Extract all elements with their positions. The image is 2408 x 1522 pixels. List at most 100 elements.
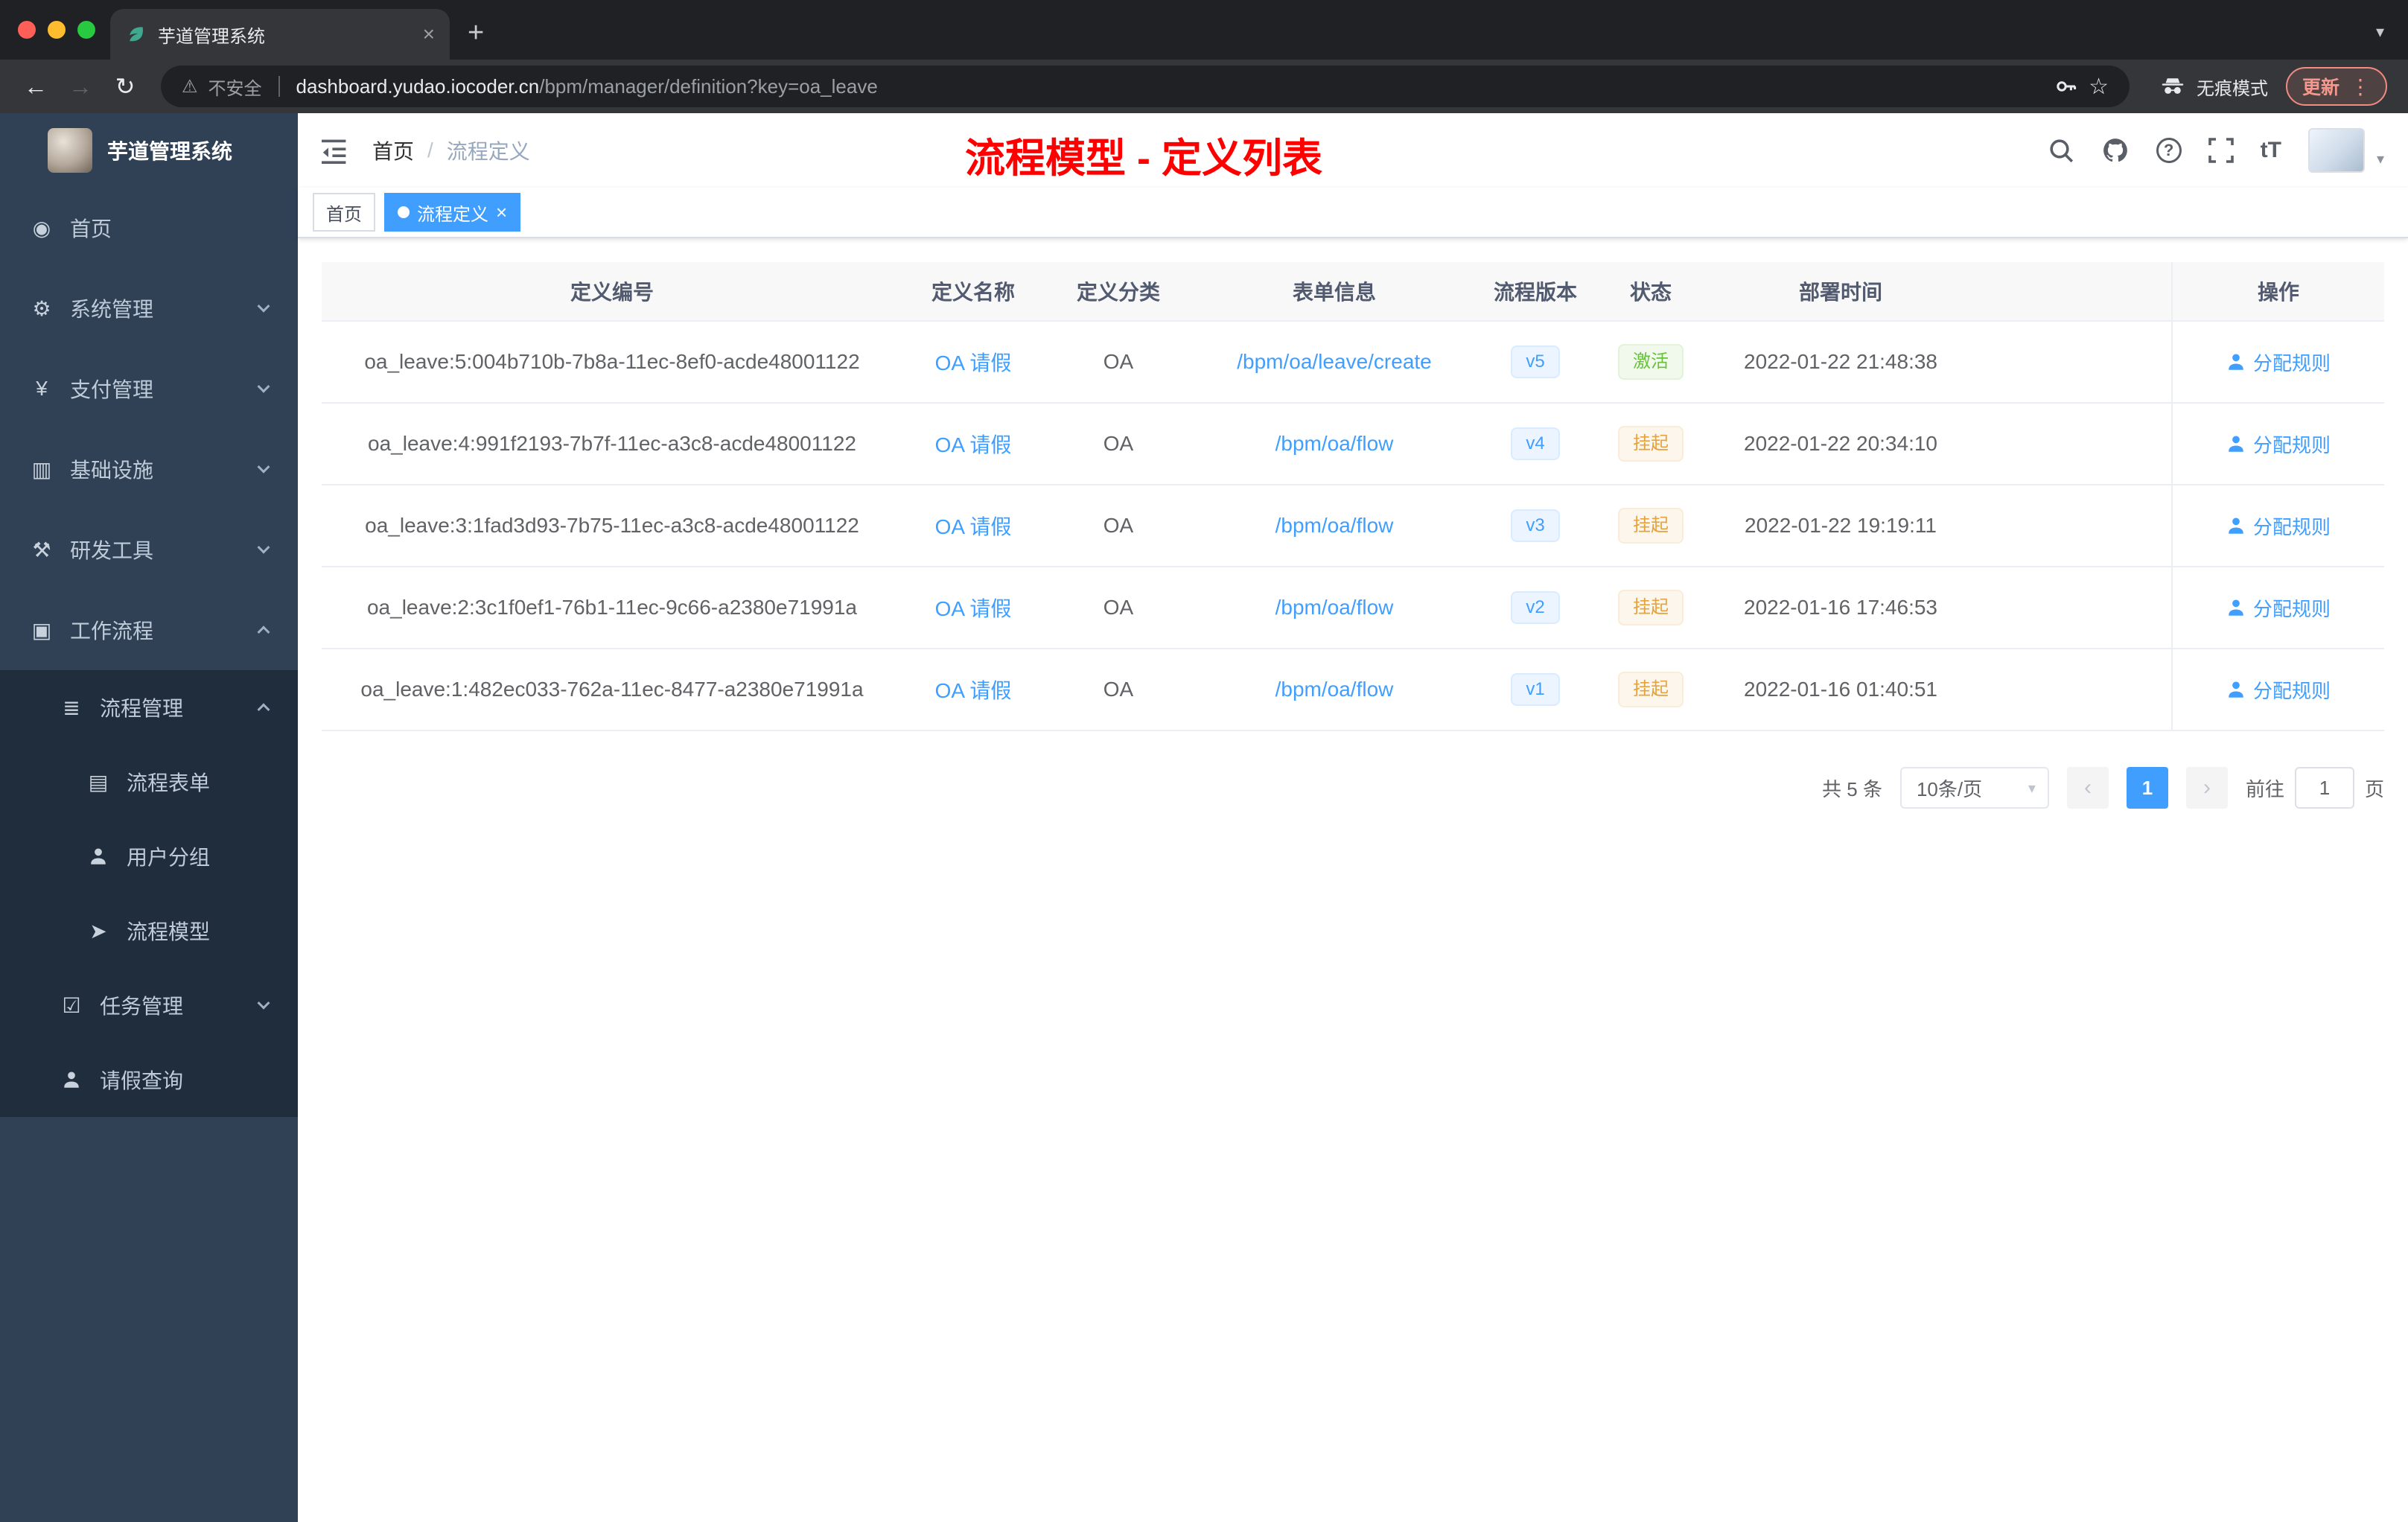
definition-name-link[interactable]: OA 请假 <box>935 675 1012 704</box>
tag-close-icon[interactable]: × <box>496 203 507 222</box>
sidebar-item-task-management[interactable]: ☑ 任务管理 <box>0 968 298 1042</box>
sidebar-item-leave-query[interactable]: 请假查询 <box>0 1042 298 1117</box>
chevron-down-icon <box>257 460 270 474</box>
search-icon[interactable] <box>2048 137 2074 164</box>
sidebar-item-process-form[interactable]: ▤ 流程表单 <box>0 745 298 819</box>
sidebar-logo[interactable]: 芋道管理系统 <box>0 113 298 188</box>
form-info-link[interactable]: /bpm/oa/leave/create <box>1237 350 1432 374</box>
user-avatar[interactable] <box>2307 128 2365 173</box>
assign-rule-link[interactable]: 分配规则 <box>2226 676 2331 704</box>
incognito-badge: 无痕模式 <box>2159 73 2268 100</box>
update-button[interactable]: 更新 ⋮ <box>2285 67 2387 106</box>
goto-page-input[interactable] <box>2294 767 2354 809</box>
sidebar-item-workflow[interactable]: ▣ 工作流程 <box>0 590 298 670</box>
pagination: 共 5 条 10条/页 ▾ ‹ 1 › 前往 页 <box>322 767 2384 809</box>
avatar-caret-icon[interactable]: ▾ <box>2377 150 2384 168</box>
font-size-icon[interactable]: tT <box>2261 138 2281 163</box>
page-number-button[interactable]: 1 <box>2126 767 2168 809</box>
sidebar-item-system-management[interactable]: ⚙ 系统管理 <box>0 268 298 348</box>
password-key-icon[interactable] <box>2054 74 2078 98</box>
definition-name-link[interactable]: OA 请假 <box>935 511 1012 541</box>
assign-rule-link[interactable]: 分配规则 <box>2226 430 2331 458</box>
definition-name-link[interactable]: OA 请假 <box>935 593 1012 623</box>
tab-title: 芋道管理系统 <box>158 26 265 47</box>
new-tab-button[interactable]: + <box>468 17 484 49</box>
tags-view-bar: 首页 流程定义 × <box>298 188 2408 238</box>
chevron-down-icon <box>257 996 270 1010</box>
deploy-time: 2022-01-22 21:48:38 <box>1744 350 1937 373</box>
sidebar-item-label: 流程模型 <box>127 920 211 943</box>
sidebar-item-label: 首页 <box>70 217 112 241</box>
version-tag: v1 <box>1511 673 1560 706</box>
gear-icon: ⚙ <box>32 296 51 320</box>
sidebar-item-label: 任务管理 <box>100 995 184 1018</box>
help-icon[interactable]: ? <box>2156 138 2182 163</box>
table-row: oa_leave:1:482ec033-762a-11ec-8477-a2380… <box>322 649 2384 731</box>
assign-rule-link[interactable]: 分配规则 <box>2226 512 2331 540</box>
sidebar-item-label: 支付管理 <box>70 378 154 401</box>
assign-rule-link[interactable]: 分配规则 <box>2226 348 2331 376</box>
sidebar-item-dev-tools[interactable]: ⚒ 研发工具 <box>0 509 298 590</box>
zoom-window-button[interactable] <box>77 21 95 39</box>
sidebar-collapse-icon[interactable] <box>322 137 348 164</box>
form-info-link[interactable]: /bpm/oa/flow <box>1275 596 1394 620</box>
more-menu-icon[interactable]: ⋮ <box>2350 74 2371 99</box>
minimize-window-button[interactable] <box>48 21 66 39</box>
form-info-link[interactable]: /bpm/oa/flow <box>1275 514 1394 538</box>
tools-icon: ⚒ <box>32 538 51 561</box>
assign-rule-label: 分配规则 <box>2252 351 2331 375</box>
tab-search-caret-icon[interactable]: ▾ <box>2376 22 2384 42</box>
tab-close-icon[interactable]: × <box>423 22 435 46</box>
form-info-link[interactable]: /bpm/oa/flow <box>1275 432 1394 456</box>
goto-label: 前往 <box>2245 777 2284 800</box>
security-label[interactable]: 不安全 <box>208 74 262 100</box>
assign-rule-label: 分配规则 <box>2252 515 2331 538</box>
close-window-button[interactable] <box>18 21 36 39</box>
deploy-time: 2022-01-16 17:46:53 <box>1744 596 1937 619</box>
reload-button[interactable]: ↻ <box>104 72 146 101</box>
browser-window: 芋道管理系统 × + ▾ ← → ↻ ⚠ 不安全 dashboard.yudao… <box>0 0 2408 1522</box>
address-bar[interactable]: ⚠ 不安全 dashboard.yudao.iocoder.cn/bpm/man… <box>161 66 2130 107</box>
version-tag: v2 <box>1511 591 1560 624</box>
forward-button[interactable]: → <box>60 73 101 101</box>
sidebar-item-home[interactable]: ◉ 首页 <box>0 188 298 268</box>
page-unit-label: 页 <box>2364 777 2384 800</box>
table-row: oa_leave:2:3c1f0ef1-76b1-11ec-9c66-a2380… <box>322 567 2384 649</box>
col-header-definition-category: 定义分类 <box>1076 281 1160 304</box>
sidebar-item-process-model[interactable]: ➤ 流程模型 <box>0 894 298 968</box>
fullscreen-icon[interactable] <box>2208 138 2234 163</box>
tag-home[interactable]: 首页 <box>313 193 375 232</box>
assign-rule-label: 分配规则 <box>2252 597 2331 620</box>
next-page-button[interactable]: › <box>2185 767 2228 809</box>
sidebar-item-label: 工作流程 <box>70 620 154 643</box>
assign-rule-link[interactable]: 分配规则 <box>2226 594 2331 622</box>
user-icon <box>2229 354 2243 370</box>
form-icon: ▤ <box>88 770 109 794</box>
status-badge: 激活 <box>1618 344 1684 380</box>
back-button[interactable]: ← <box>15 73 57 101</box>
sidebar-item-user-group[interactable]: 用户分组 <box>0 819 298 894</box>
sidebar-item-process-management[interactable]: ≣ 流程管理 <box>0 670 298 745</box>
breadcrumb-home[interactable]: 首页 <box>372 136 414 165</box>
form-info-link[interactable]: /bpm/oa/flow <box>1275 678 1394 701</box>
table-row: oa_leave:4:991f2193-7b7f-11ec-a3c8-acde4… <box>322 404 2384 485</box>
page-url[interactable]: dashboard.yudao.iocoder.cn/bpm/manager/d… <box>296 75 878 98</box>
sidebar-item-payment-management[interactable]: ¥ 支付管理 <box>0 348 298 429</box>
definition-name-link[interactable]: OA 请假 <box>935 429 1012 459</box>
tag-process-definition[interactable]: 流程定义 × <box>384 193 521 232</box>
version-tag: v5 <box>1511 346 1560 378</box>
bookmark-star-icon[interactable]: ☆ <box>2089 74 2109 100</box>
prev-page-button[interactable]: ‹ <box>2066 767 2109 809</box>
page-size-select[interactable]: 10条/页 ▾ <box>1899 767 2049 809</box>
not-secure-warning-icon: ⚠ <box>182 76 198 97</box>
sidebar-item-infrastructure[interactable]: ▥ 基础设施 <box>0 429 298 509</box>
chevron-down-icon: ▾ <box>2028 780 2036 797</box>
definition-name-link[interactable]: OA 请假 <box>935 347 1012 377</box>
url-domain: dashboard.yudao.iocoder.cn <box>296 74 540 98</box>
deploy-time: 2022-01-22 20:34:10 <box>1744 432 1937 455</box>
browser-tab[interactable]: 芋道管理系统 × <box>110 9 450 60</box>
github-icon[interactable] <box>2101 136 2130 165</box>
definition-category: OA <box>1103 596 1134 619</box>
col-header-definition-name: 定义名称 <box>931 281 1015 304</box>
incognito-label: 无痕模式 <box>2196 78 2268 99</box>
